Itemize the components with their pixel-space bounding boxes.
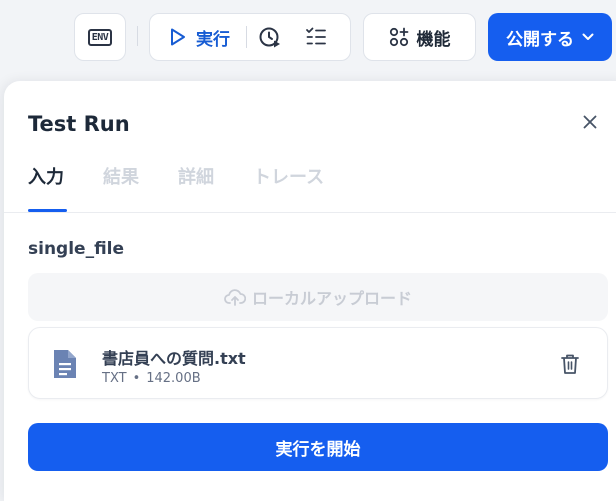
- chevron-down-icon: [582, 33, 594, 40]
- toolbar-divider: [137, 26, 138, 46]
- tab-result[interactable]: 結果: [103, 163, 139, 189]
- play-icon: [171, 28, 185, 46]
- tab-detail[interactable]: 詳細: [178, 163, 214, 189]
- close-icon: [583, 115, 597, 129]
- checklist-button[interactable]: [293, 14, 339, 60]
- delete-file-button[interactable]: [558, 352, 582, 376]
- workflow-toolbar: ENV 実行 機能 公開する: [0, 0, 616, 80]
- file-name: 書店員への質問.txt: [102, 349, 246, 368]
- file-card: 書店員への質問.txt TXT • 142.00B: [28, 327, 608, 399]
- history-icon: [259, 27, 280, 48]
- file-size: 142.00B: [146, 371, 201, 386]
- trash-icon: [561, 354, 579, 374]
- checklist-icon: [306, 27, 326, 45]
- publish-button[interactable]: 公開する: [488, 13, 612, 61]
- tab-trace[interactable]: トレース: [253, 163, 324, 189]
- start-run-label: 実行を開始: [275, 439, 361, 460]
- file-icon: [51, 348, 79, 384]
- tab-input[interactable]: 入力: [28, 163, 64, 189]
- features-icon: [389, 27, 408, 47]
- close-button[interactable]: [580, 112, 600, 132]
- run-button-group: 実行: [149, 13, 351, 61]
- run-history-button[interactable]: [247, 14, 293, 60]
- run-label: 実行: [196, 29, 230, 50]
- upload-cloud-icon: [224, 289, 246, 306]
- env-icon: ENV: [87, 28, 113, 46]
- panel-tabs: 入力 結果 詳細 トレース: [4, 163, 616, 213]
- file-meta: TXT • 142.00B: [102, 371, 201, 386]
- publish-label: 公開する: [506, 29, 574, 50]
- env-button[interactable]: ENV: [74, 13, 126, 61]
- features-label: 機能: [416, 29, 451, 50]
- test-run-panel: Test Run 入力 結果 詳細 トレース single_file ローカルア…: [4, 81, 616, 501]
- upload-label: ローカルアップロード: [251, 289, 412, 308]
- start-run-button[interactable]: 実行を開始: [28, 423, 608, 471]
- local-upload-button[interactable]: ローカルアップロード: [28, 273, 608, 321]
- field-label: single_file: [28, 239, 125, 259]
- meta-separator: •: [132, 371, 141, 386]
- run-button[interactable]: 実行: [150, 14, 246, 60]
- file-type: TXT: [102, 371, 127, 386]
- active-tab-indicator: [28, 209, 67, 212]
- features-button[interactable]: 機能: [363, 13, 476, 61]
- panel-title: Test Run: [28, 112, 130, 136]
